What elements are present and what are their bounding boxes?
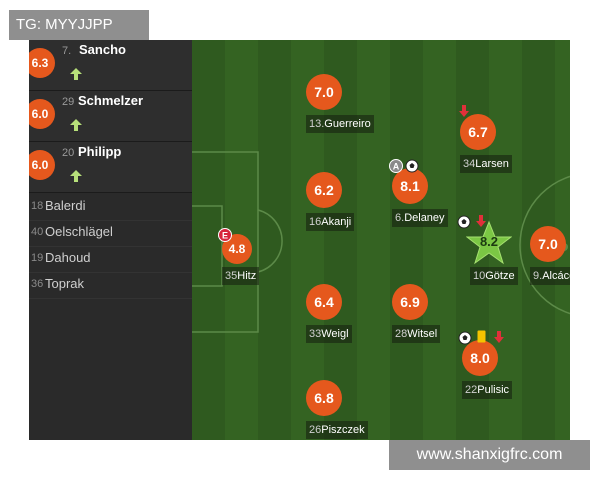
player-label: 6.Delaney: [392, 209, 448, 227]
player-number: 16: [309, 216, 322, 228]
sub-row-schmelzer[interactable]: 6.0 29 Schmelzer: [29, 91, 192, 142]
player-label: 34Larsen: [460, 155, 512, 173]
bench-row-dahoud[interactable]: 19 Dahoud: [29, 246, 192, 273]
player-number: 7.: [62, 45, 72, 57]
player-pulisic[interactable]: 8.0 22Pulisic: [462, 340, 542, 400]
player-name: Sancho: [79, 42, 126, 57]
player-name: Weigl: [321, 328, 349, 340]
player-rating: 6.2: [306, 172, 342, 208]
player-rating: 6.3: [29, 48, 55, 78]
lineup-panel: 6.3 7. Sancho 6.0 29 Schmelzer 6.0 20 Ph…: [29, 40, 570, 440]
player-number: 10: [473, 270, 486, 282]
sub-row-philipp[interactable]: 6.0 20 Philipp: [29, 142, 192, 193]
player-rating: 8.2: [479, 234, 499, 249]
player-number: 20: [62, 147, 75, 159]
player-rating: 6.0: [29, 150, 55, 180]
player-guerreiro[interactable]: 7.0 13.Guerreiro: [306, 74, 386, 134]
player-number: 18: [31, 200, 44, 212]
player-number: 9.: [533, 270, 543, 282]
player-name: Toprak: [45, 276, 85, 291]
bench-row-toprak[interactable]: 36 Toprak: [29, 272, 192, 299]
player-rating: 6.9: [392, 284, 428, 320]
player-piszczek[interactable]: 6.8 26Piszczek: [306, 380, 386, 440]
assist-badge-text: A: [393, 162, 400, 172]
player-name: Schmelzer: [78, 93, 144, 108]
player-name: Dahoud: [45, 250, 91, 265]
goal-ball-icon: [405, 159, 419, 173]
sub-out-arrow-icon: [494, 331, 504, 343]
watermark-tg: TG: MYYJJPP: [9, 10, 149, 40]
assist-badge-icon: A: [389, 159, 403, 173]
player-name: Oelschlägel: [45, 224, 113, 239]
player-name: Delaney: [404, 212, 445, 224]
player-name: Pulisic: [477, 384, 510, 396]
sub-in-arrow-icon: [70, 119, 82, 131]
player-label: 22Pulisic: [462, 381, 513, 399]
player-rating: 6.8: [306, 380, 342, 416]
player-label: 16Akanji: [306, 213, 355, 231]
player-name: Larsen: [475, 158, 509, 170]
player-number: 36: [31, 278, 44, 290]
player-label: 35Hitz: [222, 267, 260, 285]
yellow-card-icon: [477, 330, 486, 343]
player-rating: 7.0: [306, 74, 342, 110]
player-number: 35: [225, 270, 238, 282]
error-badge-text: E: [222, 231, 228, 241]
player-number: 34: [463, 158, 476, 170]
player-label: 13.Guerreiro: [306, 115, 374, 133]
player-name: Balerdi: [45, 198, 86, 213]
player-label: 33Weigl: [306, 325, 352, 343]
player-number: 22: [465, 384, 478, 396]
player-label: 26Piszczek: [306, 421, 368, 439]
player-larsen[interactable]: 6.7 34Larsen: [460, 114, 540, 174]
player-name: Hitz: [237, 270, 257, 282]
player-weigl[interactable]: 6.4 33Weigl: [306, 284, 386, 344]
player-name: Götze: [485, 270, 515, 282]
player-label: 9.Alcácer: [530, 267, 570, 285]
player-number: 28: [395, 328, 408, 340]
sub-row-sancho[interactable]: 6.3 7. Sancho: [29, 40, 192, 91]
player-rating: 6.7: [460, 114, 496, 150]
sub-in-arrow-icon: [70, 170, 82, 182]
player-number: 19: [31, 252, 44, 264]
player-number: 6.: [395, 212, 405, 224]
player-number: 33: [309, 328, 322, 340]
sub-out-arrow-icon: [459, 105, 469, 117]
player-label: 28Witsel: [392, 325, 441, 343]
player-rating: 8.1: [392, 168, 428, 204]
player-label: 10Götze: [470, 267, 518, 285]
player-name: Alcácer: [542, 270, 570, 282]
player-rating: 8.0: [462, 340, 498, 376]
error-badge-icon: E: [218, 228, 232, 242]
watermark-site: www.shanxigfrc.com: [389, 440, 590, 470]
player-number: 29: [62, 96, 75, 108]
pitch: 4.8 35Hitz E 7.0 13.Guerreiro 6.2 16Akan…: [192, 40, 570, 440]
player-name: Witsel: [407, 328, 438, 340]
player-number: 40: [31, 226, 44, 238]
player-akanji[interactable]: 6.2 16Akanji: [306, 172, 386, 232]
player-rating: 6.4: [306, 284, 342, 320]
goal-ball-icon: [458, 331, 472, 345]
player-name: Guerreiro: [324, 118, 371, 130]
player-rating: 6.0: [29, 99, 55, 129]
player-name: Akanji: [321, 216, 352, 228]
bench-row-balerdi[interactable]: 18 Balerdi: [29, 194, 192, 221]
bench-sidebar: 6.3 7. Sancho 6.0 29 Schmelzer 6.0 20 Ph…: [29, 40, 192, 440]
player-number: 13.: [309, 118, 325, 130]
player-rating: 7.0: [530, 226, 566, 262]
player-hitz[interactable]: 4.8 35Hitz: [222, 234, 302, 294]
bench-row-oelschlaegel[interactable]: 40 Oelschlägel: [29, 220, 192, 247]
sub-in-arrow-icon: [70, 68, 82, 80]
player-name: Piszczek: [321, 424, 365, 436]
player-number: 26: [309, 424, 322, 436]
player-alcacer[interactable]: 7.0 9.Alcácer: [530, 226, 570, 286]
player-name: Philipp: [78, 144, 122, 159]
